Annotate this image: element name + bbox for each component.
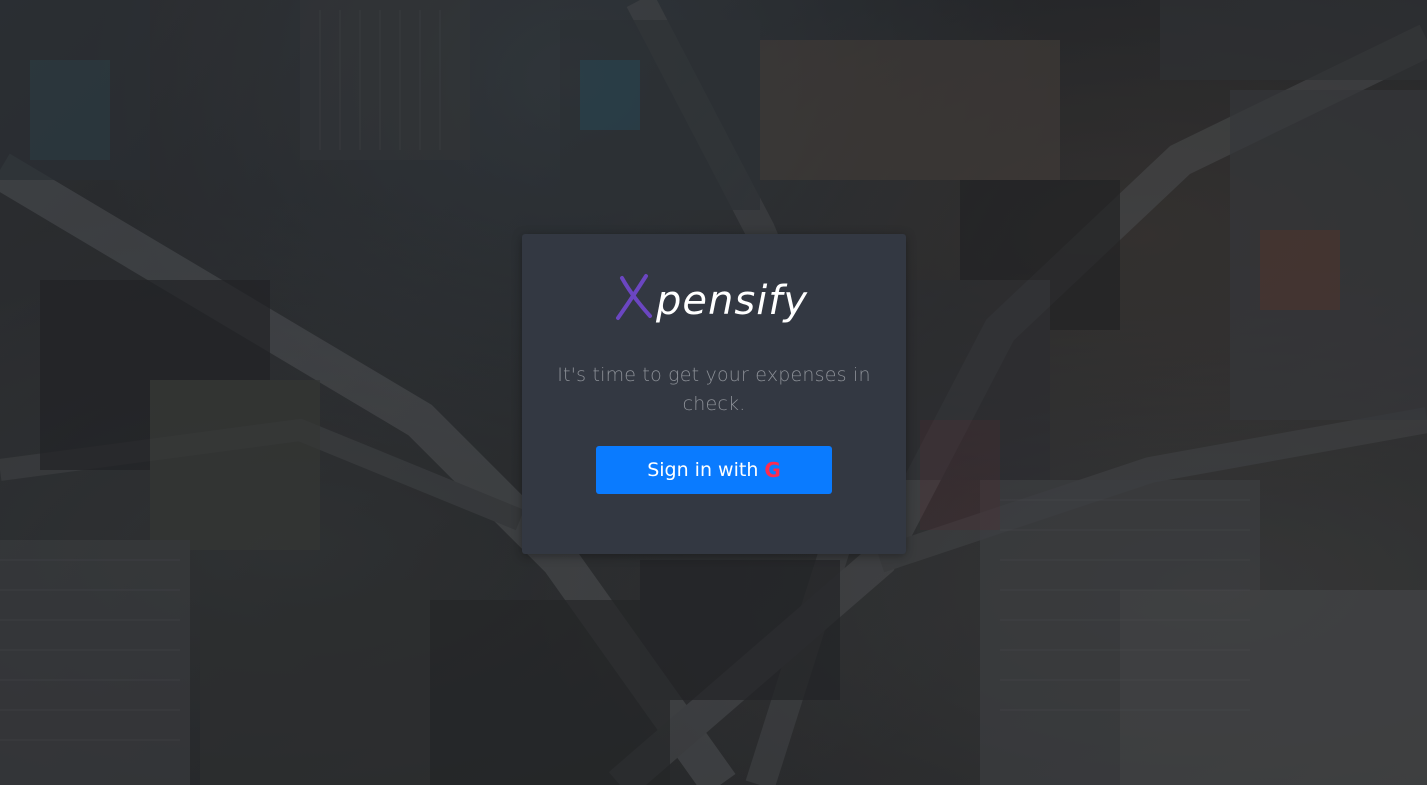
- sign-in-with-google-button[interactable]: Sign in with G: [596, 446, 832, 494]
- tagline-text: It's time to get your expenses in check.: [557, 364, 871, 415]
- logo-svg: pensify: [616, 274, 808, 324]
- xpensify-logo: pensify: [610, 266, 820, 342]
- google-icon: G: [764, 458, 781, 482]
- sign-in-label: Sign in with: [647, 459, 759, 481]
- logo-text: pensify: [655, 278, 808, 324]
